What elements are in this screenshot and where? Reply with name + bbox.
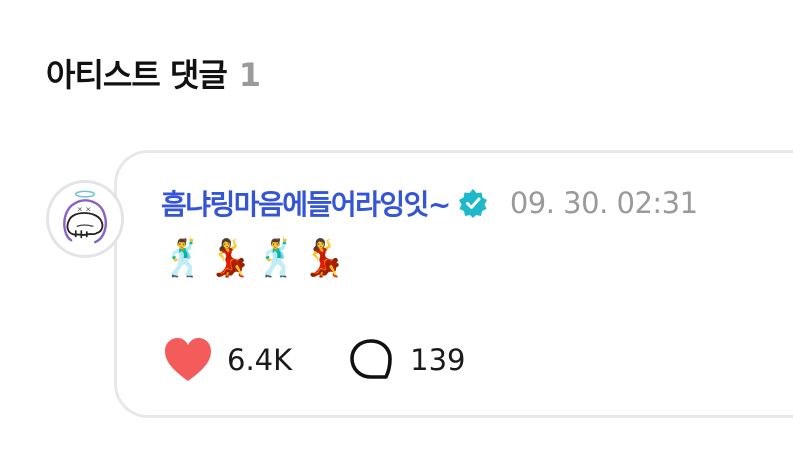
doodle-ghost-avatar-icon: × × <box>63 190 107 244</box>
svg-text:× ×: × × <box>77 205 92 214</box>
author-name[interactable]: 흠냐링마음에들어라잉잇~ <box>161 183 451 223</box>
like-button[interactable]: 6.4K <box>163 337 292 383</box>
heart-icon <box>163 337 213 383</box>
comment-timestamp: 09. 30. 02:31 <box>509 186 698 220</box>
artist-comment-section: 아티스트 댓글 1 흠냐링마음에들어라잉잇~ 09. 30. 02:31 🕺💃🕺… <box>0 0 793 452</box>
speech-bubble-icon <box>346 337 396 383</box>
reply-button[interactable]: 139 <box>346 337 466 383</box>
avatar[interactable]: × × <box>46 180 124 258</box>
like-count: 6.4K <box>227 343 293 377</box>
section-title: 아티스트 댓글 <box>46 56 228 94</box>
comment-card: 흠냐링마음에들어라잉잇~ 09. 30. 02:31 🕺💃🕺💃 6.4K 139 <box>114 150 793 418</box>
comment-text: 🕺💃🕺💃 <box>161 238 349 279</box>
comment-actions: 6.4K 139 <box>163 337 466 383</box>
reply-count: 139 <box>410 343 466 377</box>
verified-badge-icon <box>458 188 488 218</box>
comment-count: 1 <box>238 56 262 94</box>
comment-header: 흠냐링마음에들어라잉잇~ 09. 30. 02:31 <box>161 183 698 223</box>
section-header: 아티스트 댓글 1 <box>46 50 261 96</box>
